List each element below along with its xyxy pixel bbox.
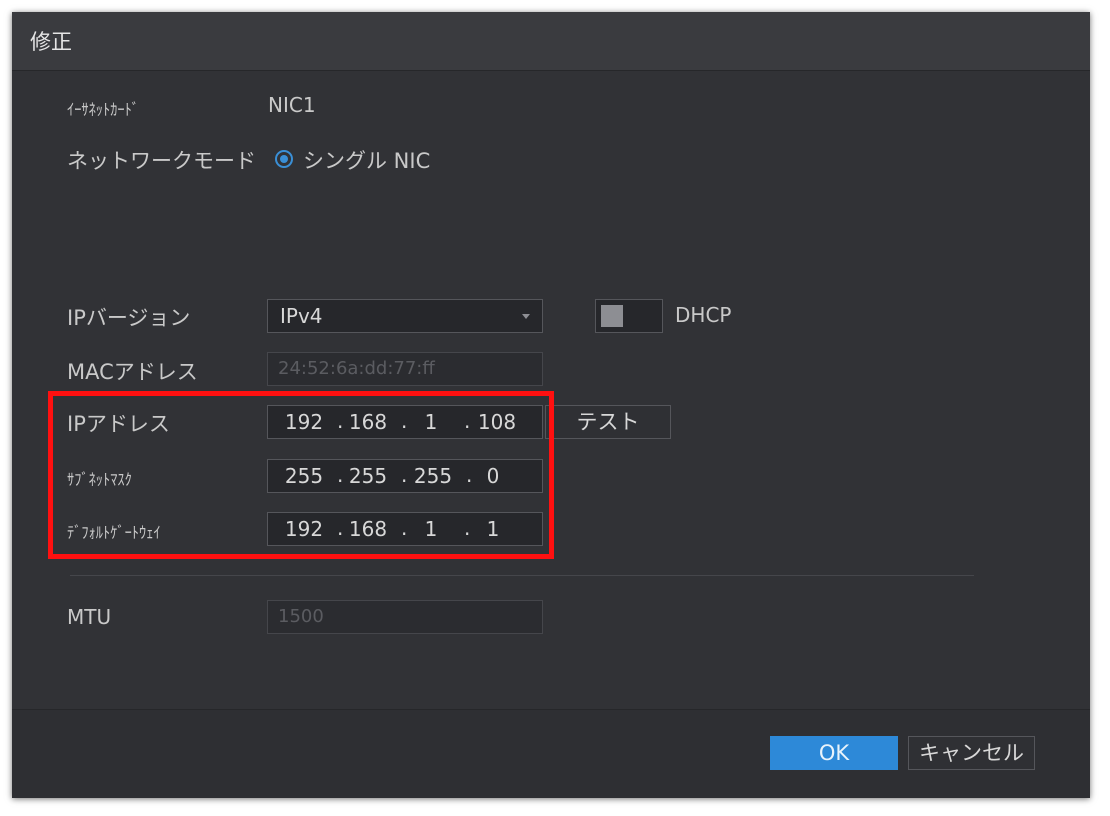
mac-address-value: 24:52:6a:dd:77:ff — [278, 358, 435, 379]
dhcp-toggle-knob — [601, 305, 623, 327]
ip-version-selected: IPv4 — [280, 304, 323, 328]
ok-button[interactable]: OK — [770, 736, 898, 770]
nic-value: NIC1 — [268, 93, 316, 117]
dialog-title: 修正 — [30, 30, 72, 54]
cancel-button[interactable]: キャンセル — [908, 736, 1035, 770]
dhcp-toggle[interactable] — [595, 299, 663, 333]
dialog-titlebar: 修正 — [12, 12, 1090, 71]
mtu-label: MTU — [67, 605, 112, 629]
dhcp-label: DHCP — [675, 303, 732, 327]
mac-address-label: MACアドレス — [67, 360, 198, 384]
annotation-highlight-box — [48, 391, 554, 559]
mac-address-field: 24:52:6a:dd:77:ff — [267, 352, 543, 386]
test-button[interactable]: テスト — [545, 405, 671, 439]
network-mode-label: ネットワークモード — [67, 149, 256, 173]
single-nic-radio[interactable] — [275, 150, 293, 168]
nic-label: ｲｰｻﾈｯﾄｶｰﾄﾞ — [67, 100, 140, 119]
section-divider — [70, 575, 974, 576]
ip-version-select[interactable]: IPv4 — [267, 299, 543, 333]
single-nic-option-label: シングル NIC — [303, 149, 431, 173]
mtu-value: 1500 — [278, 606, 324, 627]
ip-version-label: IPバージョン — [67, 306, 191, 330]
mtu-field: 1500 — [267, 600, 543, 634]
chevron-down-icon — [522, 314, 530, 319]
